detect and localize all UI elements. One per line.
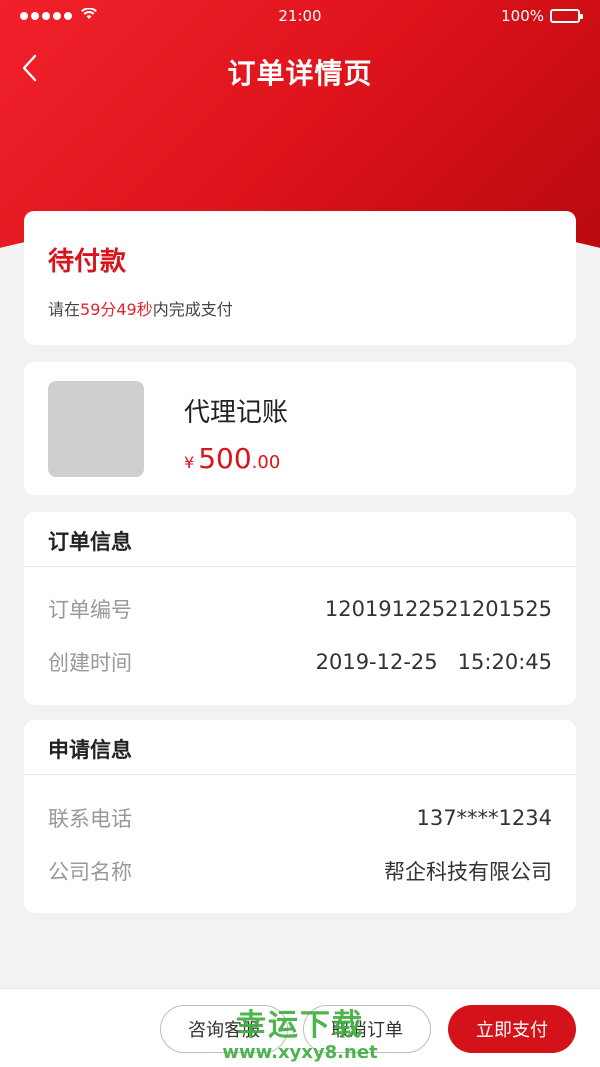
countdown-value: 59分49秒 [80, 300, 153, 319]
signal-dot [42, 12, 50, 20]
signal-dot [31, 12, 39, 20]
battery-percent: 100% [501, 7, 544, 25]
signal-dot [53, 12, 61, 20]
phone-row: 联系电话 137****1234 [48, 800, 552, 836]
price-currency: ¥ [184, 453, 195, 472]
order-info-card: 订单信息 订单编号 12019122521201525 创建时间 2019-12… [24, 512, 576, 705]
page-title: 订单详情页 [227, 57, 373, 90]
signal-dot [64, 12, 72, 20]
countdown-suffix: 内完成支付 [152, 300, 233, 319]
payment-countdown-text: 请在59分49秒内完成支付 [48, 296, 552, 320]
row-label: 创建时间 [48, 651, 132, 675]
order-number-value: 12019122521201525 [324, 597, 552, 621]
signal-indicator [20, 7, 97, 24]
apply-info-heading: 申请信息 [24, 720, 576, 775]
apply-info-card: 申请信息 联系电话 137****1234 公司名称 帮企科技有限公司 [24, 720, 576, 913]
product-name: 代理记账 [184, 398, 289, 428]
row-label: 联系电话 [48, 807, 132, 831]
order-status-card: 待付款 请在59分49秒内完成支付 [24, 211, 576, 345]
created-time-row: 创建时间 2019-12-25 15:20:45 [48, 644, 552, 680]
consult-service-button[interactable]: 咨询客服 [160, 1005, 288, 1053]
order-status-title: 待付款 [48, 247, 127, 277]
row-label: 订单编号 [48, 598, 132, 622]
row-label: 公司名称 [48, 860, 132, 884]
product-price: ¥ 500 .00 [184, 442, 280, 475]
status-bar: 21:00 100% [0, 0, 600, 32]
nav-bar: 订单详情页 [0, 40, 600, 96]
order-number-row: 订单编号 12019122521201525 [48, 591, 552, 627]
phone-value: 137****1234 [416, 806, 552, 830]
cancel-order-button[interactable]: 取消订单 [303, 1005, 431, 1053]
company-value: 帮企科技有限公司 [384, 860, 552, 884]
price-decimal: .00 [251, 452, 281, 473]
wifi-icon [81, 7, 97, 24]
signal-dot [20, 12, 28, 20]
product-card[interactable]: 代理记账 ¥ 500 .00 [24, 362, 576, 495]
pay-now-button[interactable]: 立即支付 [448, 1005, 576, 1053]
product-thumbnail [48, 381, 144, 477]
created-time-value: 2019-12-25 15:20:45 [315, 650, 552, 674]
company-row: 公司名称 帮企科技有限公司 [48, 853, 552, 889]
bottom-action-bar: 咨询客服 取消订单 立即支付 [0, 988, 600, 1067]
price-integer: 500 [198, 442, 252, 475]
countdown-prefix: 请在 [48, 300, 81, 319]
order-info-heading: 订单信息 [24, 512, 576, 567]
battery-icon [550, 9, 583, 23]
